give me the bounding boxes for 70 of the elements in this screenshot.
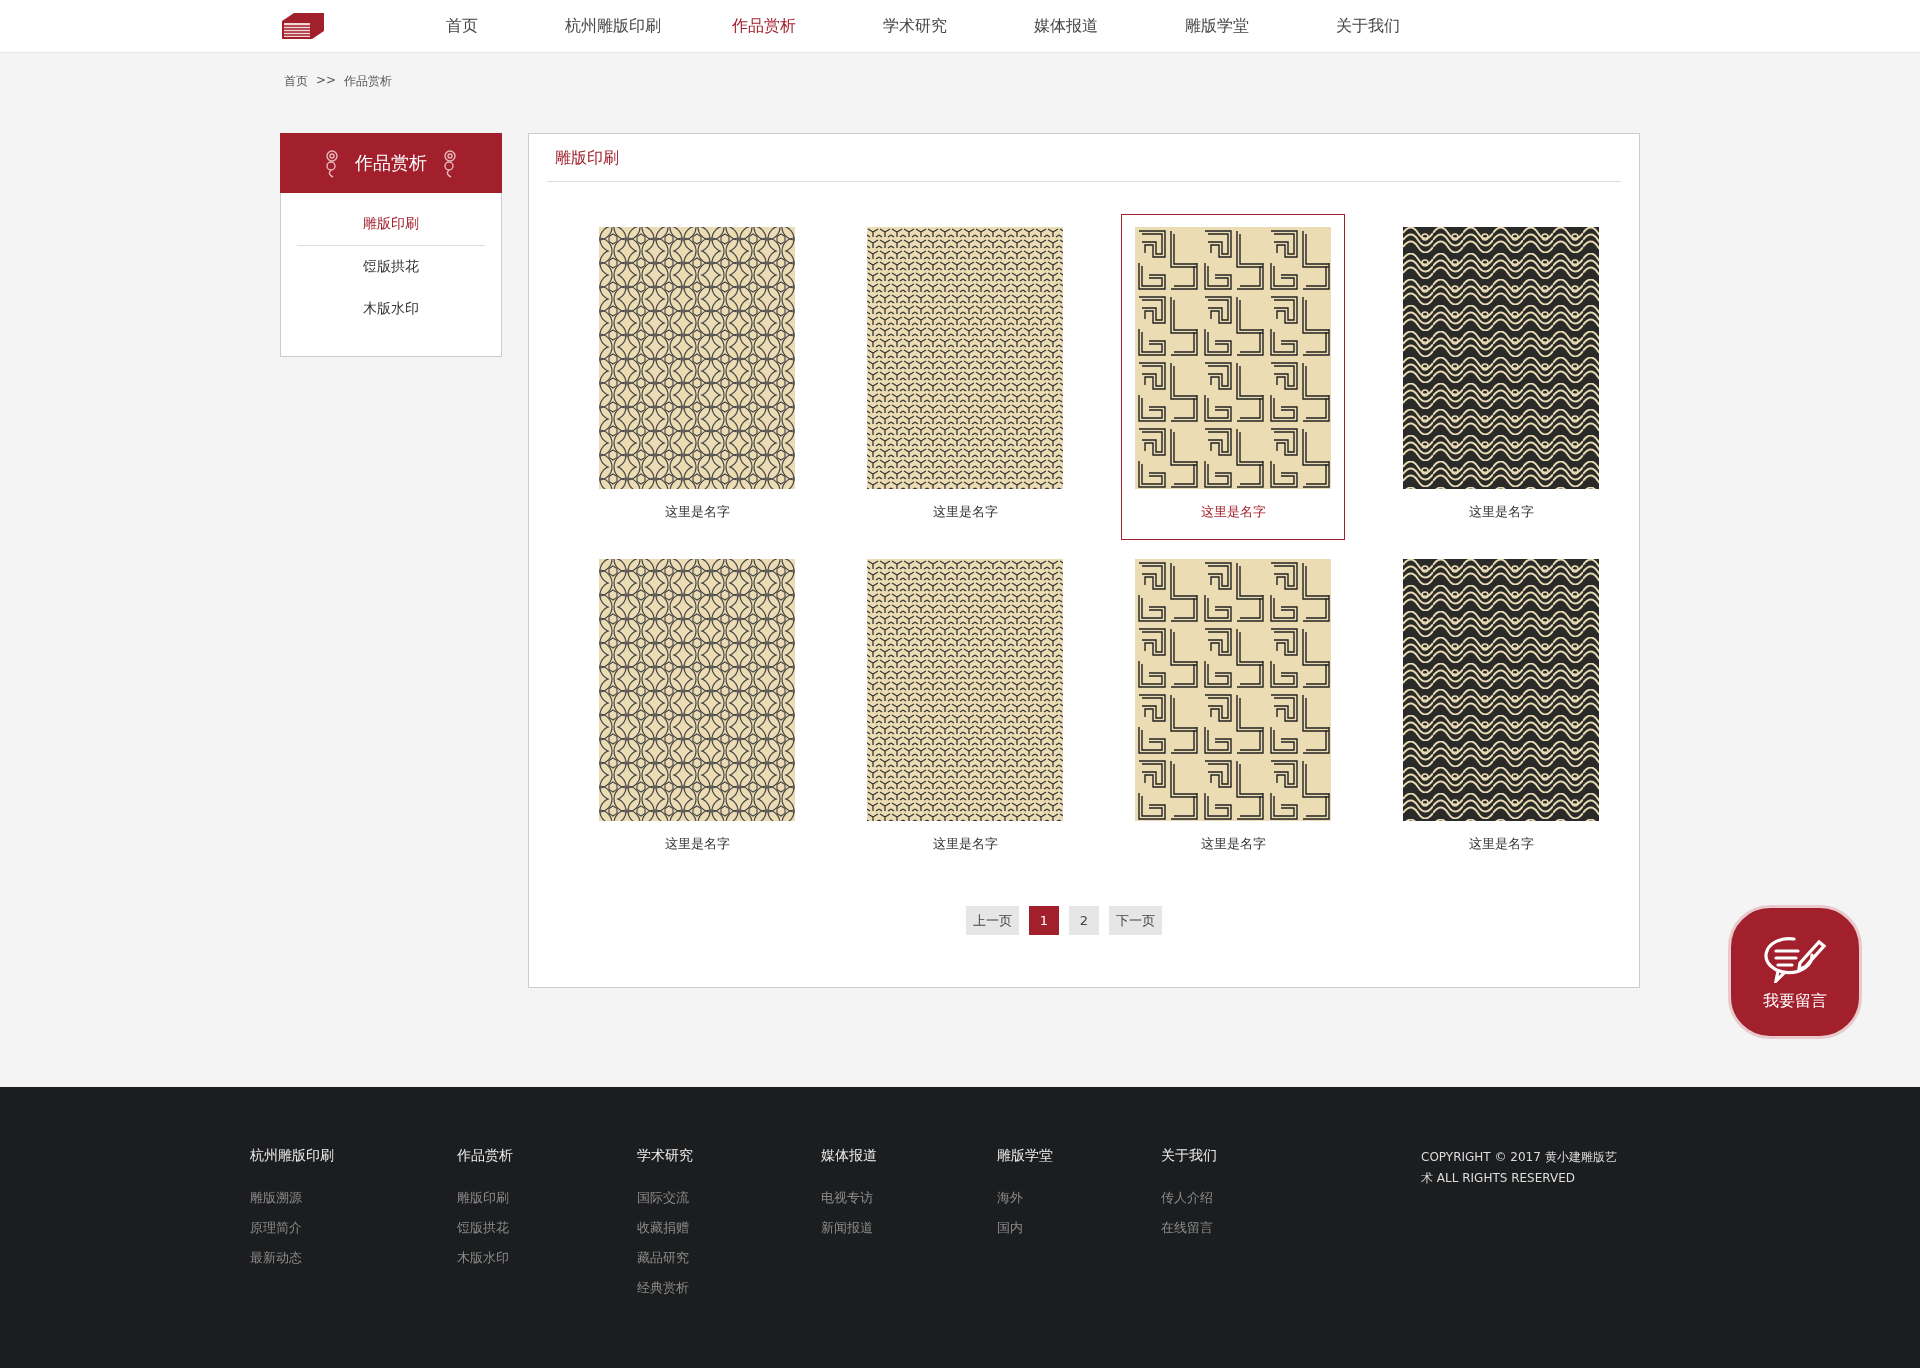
artwork-card[interactable]: 这里是名字 [585,546,809,872]
artwork-caption: 这里是名字 [1200,503,1266,521]
footer-heading: 媒体报道 [821,1147,878,1165]
pattern-artwork[interactable] [867,559,1063,821]
page-button[interactable]: 2 [1069,906,1099,935]
footer-link[interactable]: 新闻报道 [821,1213,997,1243]
cloud-ornament-icon [323,148,341,178]
nav-link[interactable]: 媒体报道 [990,15,1141,37]
artwork-caption: 这里是名字 [932,503,998,521]
sidebar-item[interactable]: 木版水印 [297,288,485,330]
artwork-caption: 这里是名字 [664,835,730,853]
artwork-caption: 这里是名字 [1468,835,1534,853]
cloud-ornament-icon [441,148,459,178]
pattern-artwork[interactable] [867,227,1063,489]
artwork-card[interactable]: 这里是名字 [853,546,1077,872]
footer-link[interactable]: 海外 [997,1183,1161,1213]
pattern-artwork[interactable] [599,227,795,489]
next-page-button[interactable]: 下一页 [1109,906,1162,935]
artwork-caption: 这里是名字 [664,503,730,521]
footer-heading: 雕版学堂 [997,1147,1054,1165]
copyright-text: COPYRIGHT © 2017 黄小建雕版艺术 ALL RIGHTS RESERVED [1421,1149,1618,1187]
artwork-caption: 这里是名字 [1468,503,1534,521]
nav-link[interactable]: 首页 [386,15,537,37]
breadcrumb-link[interactable]: 首页 [284,73,308,101]
footer-link[interactable]: 传人介绍 [1161,1183,1321,1213]
breadcrumb-current[interactable]: 作品赏析 [344,73,393,101]
artwork-caption: 这里是名字 [932,835,998,853]
footer-link[interactable]: 雕版溯源 [250,1183,457,1213]
footer-link[interactable]: 收藏捐赠 [637,1213,821,1243]
pattern-artwork[interactable] [599,559,795,821]
pattern-artwork[interactable] [1135,559,1331,821]
nav-link[interactable]: 雕版学堂 [1141,15,1292,37]
sidebar-item[interactable]: 饾版拱花 [297,246,485,288]
pattern-artwork[interactable] [1135,227,1331,489]
footer-link[interactable]: 电视专访 [821,1183,997,1213]
footer-link[interactable]: 国内 [997,1213,1161,1243]
logo-icon[interactable] [280,11,326,41]
footer-link[interactable]: 经典赏析 [637,1273,821,1303]
nav-link[interactable]: 关于我们 [1292,15,1443,37]
footer-heading: 杭州雕版印刷 [250,1147,335,1165]
leave-message-button[interactable]: 我要留言 [1728,905,1862,1039]
pattern-artwork[interactable] [1403,559,1599,821]
footer-link[interactable]: 藏品研究 [637,1243,821,1273]
artwork-card[interactable]: 这里是名字 [1389,546,1613,872]
footer-link[interactable]: 在线留言 [1161,1213,1321,1243]
sidebar-title: 作品赏析 [355,151,427,175]
sidebar-item[interactable]: 雕版印刷 [297,203,485,246]
artwork-card[interactable]: 这里是名字 [1121,214,1345,540]
nav-link[interactable]: 学术研究 [839,15,990,37]
footer-heading: 学术研究 [637,1147,694,1165]
footer-link[interactable]: 雕版印刷 [457,1183,637,1213]
page-button[interactable]: 1 [1029,906,1059,935]
footer-heading: 作品赏析 [457,1147,514,1165]
prev-page-button[interactable]: 上一页 [966,906,1019,935]
breadcrumb-separator: >> [316,73,337,89]
artwork-card[interactable]: 这里是名字 [853,214,1077,540]
artwork-card[interactable]: 这里是名字 [585,214,809,540]
nav-link[interactable]: 杭州雕版印刷 [537,15,688,37]
footer-heading: 关于我们 [1161,1147,1218,1165]
nav-link[interactable]: 作品赏析 [688,15,839,37]
footer-link[interactable]: 国际交流 [637,1183,821,1213]
footer-link[interactable]: 最新动态 [250,1243,457,1273]
artwork-card[interactable]: 这里是名字 [1121,546,1345,872]
artwork-caption: 这里是名字 [1200,835,1266,853]
panel-title: 雕版印刷 [547,134,1621,182]
footer-link[interactable]: 原理简介 [250,1213,457,1243]
footer-link[interactable]: 饾版拱花 [457,1213,637,1243]
artwork-card[interactable]: 这里是名字 [1389,214,1613,540]
footer-link[interactable]: 木版水印 [457,1243,637,1273]
pattern-artwork[interactable] [1403,227,1599,489]
